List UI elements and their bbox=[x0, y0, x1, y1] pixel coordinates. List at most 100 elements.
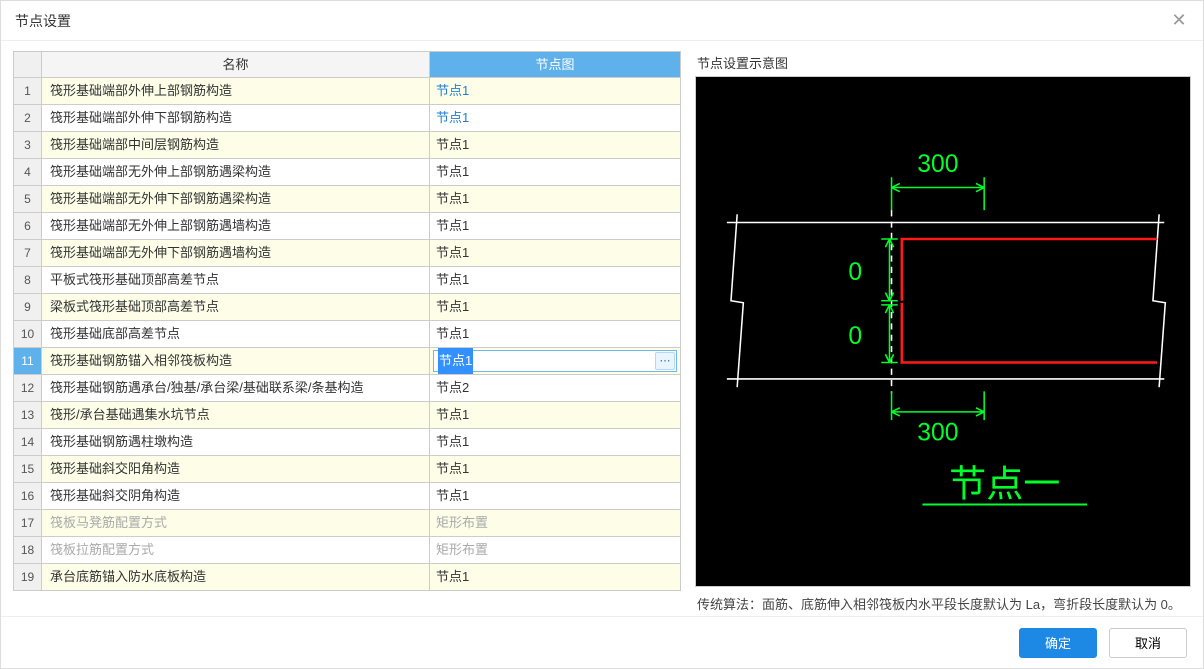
row-number: 16 bbox=[14, 483, 42, 510]
dim-top-text: 300 bbox=[917, 151, 958, 178]
preview-label: 节点设置示意图 bbox=[695, 51, 1191, 76]
node-settings-dialog: 节点设置 ✕ 名称 节点图 1筏形基础端部外伸上部钢筋构造节点12筏形基础端部外… bbox=[0, 0, 1204, 669]
cell-name[interactable]: 筏形基础斜交阳角构造 bbox=[42, 456, 430, 483]
title-bar: 节点设置 ✕ bbox=[1, 1, 1203, 41]
node-edit-field[interactable]: 节点1⋯ bbox=[433, 350, 677, 372]
table-row[interactable]: 1筏形基础端部外伸上部钢筋构造节点1 bbox=[14, 78, 680, 105]
row-number: 8 bbox=[14, 267, 42, 294]
ok-button[interactable]: 确定 bbox=[1019, 628, 1097, 658]
table-row[interactable]: 6筏形基础端部无外伸上部钢筋遇墙构造节点1 bbox=[14, 213, 680, 240]
value-upper-text: 0 bbox=[848, 259, 862, 286]
cell-node[interactable]: 节点1 bbox=[430, 78, 680, 105]
close-icon[interactable]: ✕ bbox=[1169, 11, 1189, 31]
row-number: 2 bbox=[14, 105, 42, 132]
table-row[interactable]: 13筏形/承台基础遇集水坑节点节点1 bbox=[14, 402, 680, 429]
ellipsis-icon[interactable]: ⋯ bbox=[655, 352, 675, 370]
diagram-title-text: 节点一 bbox=[949, 464, 1060, 505]
row-number: 5 bbox=[14, 186, 42, 213]
cell-node[interactable]: 节点1 bbox=[430, 456, 680, 483]
row-number: 7 bbox=[14, 240, 42, 267]
cell-node[interactable]: 矩形布置 bbox=[430, 510, 680, 537]
cancel-button[interactable]: 取消 bbox=[1109, 628, 1187, 658]
cell-name[interactable]: 筏形基础端部无外伸下部钢筋遇梁构造 bbox=[42, 186, 430, 213]
dialog-footer: 确定 取消 bbox=[1, 616, 1203, 668]
row-number: 19 bbox=[14, 564, 42, 591]
table-row[interactable]: 3筏形基础端部中间层钢筋构造节点1 bbox=[14, 132, 680, 159]
row-number: 10 bbox=[14, 321, 42, 348]
cell-node[interactable]: 节点1 bbox=[430, 294, 680, 321]
row-number: 6 bbox=[14, 213, 42, 240]
table-row[interactable]: 7筏形基础端部无外伸下部钢筋遇墙构造节点1 bbox=[14, 240, 680, 267]
table-row[interactable]: 10筏形基础底部高差节点节点1 bbox=[14, 321, 680, 348]
cell-name[interactable]: 筏板拉筋配置方式 bbox=[42, 537, 430, 564]
cell-name[interactable]: 筏形基础底部高差节点 bbox=[42, 321, 430, 348]
row-number: 14 bbox=[14, 429, 42, 456]
table-row[interactable]: 4筏形基础端部无外伸上部钢筋遇梁构造节点1 bbox=[14, 159, 680, 186]
row-number: 9 bbox=[14, 294, 42, 321]
cell-name[interactable]: 平板式筏形基础顶部高差节点 bbox=[42, 267, 430, 294]
table-row[interactable]: 19承台底筋锚入防水底板构造节点1 bbox=[14, 564, 680, 591]
table-row[interactable]: 14筏形基础钢筋遇柱墩构造节点1 bbox=[14, 429, 680, 456]
grid-body: 1筏形基础端部外伸上部钢筋构造节点12筏形基础端部外伸下部钢筋构造节点13筏形基… bbox=[14, 78, 680, 591]
row-number: 11 bbox=[14, 348, 42, 375]
cell-node[interactable]: 节点1 bbox=[430, 186, 680, 213]
table-row[interactable]: 17筏板马凳筋配置方式矩形布置 bbox=[14, 510, 680, 537]
row-number: 12 bbox=[14, 375, 42, 402]
row-number: 4 bbox=[14, 159, 42, 186]
cell-node[interactable]: 矩形布置 bbox=[430, 537, 680, 564]
cell-name[interactable]: 筏形基础端部中间层钢筋构造 bbox=[42, 132, 430, 159]
table-row[interactable]: 15筏形基础斜交阳角构造节点1 bbox=[14, 456, 680, 483]
cell-name[interactable]: 筏板马凳筋配置方式 bbox=[42, 510, 430, 537]
row-number: 3 bbox=[14, 132, 42, 159]
right-panel: 节点设置示意图 300 bbox=[695, 51, 1191, 616]
row-number: 15 bbox=[14, 456, 42, 483]
cell-name[interactable]: 筏形基础钢筋遇柱墩构造 bbox=[42, 429, 430, 456]
cell-name[interactable]: 筏形基础端部外伸上部钢筋构造 bbox=[42, 78, 430, 105]
row-number: 17 bbox=[14, 510, 42, 537]
cell-node[interactable]: 节点1 bbox=[430, 564, 680, 591]
cell-node[interactable]: 节点1 bbox=[430, 105, 680, 132]
cell-name[interactable]: 承台底筋锚入防水底板构造 bbox=[42, 564, 430, 591]
cell-node[interactable]: 节点1 bbox=[430, 483, 680, 510]
cell-name[interactable]: 梁板式筏形基础顶部高差节点 bbox=[42, 294, 430, 321]
row-number: 13 bbox=[14, 402, 42, 429]
cell-node[interactable]: 节点1 bbox=[430, 402, 680, 429]
row-number: 18 bbox=[14, 537, 42, 564]
cell-node[interactable]: 节点2 bbox=[430, 375, 680, 402]
table-row[interactable]: 2筏形基础端部外伸下部钢筋构造节点1 bbox=[14, 105, 680, 132]
cell-name[interactable]: 筏形基础端部无外伸上部钢筋遇梁构造 bbox=[42, 159, 430, 186]
cell-name[interactable]: 筏形基础端部无外伸下部钢筋遇墙构造 bbox=[42, 240, 430, 267]
cell-name[interactable]: 筏形基础端部无外伸上部钢筋遇墙构造 bbox=[42, 213, 430, 240]
cell-node[interactable]: 节点1 bbox=[430, 321, 680, 348]
settings-grid: 名称 节点图 1筏形基础端部外伸上部钢筋构造节点12筏形基础端部外伸下部钢筋构造… bbox=[13, 51, 681, 591]
preview-description: 传统算法：面筋、底筋伸入相邻筏板内水平段长度默认为 La，弯折段长度默认为 0。 bbox=[695, 587, 1191, 616]
dialog-body: 名称 节点图 1筏形基础端部外伸上部钢筋构造节点12筏形基础端部外伸下部钢筋构造… bbox=[1, 41, 1203, 616]
table-row[interactable]: 5筏形基础端部无外伸下部钢筋遇梁构造节点1 bbox=[14, 186, 680, 213]
table-row[interactable]: 9梁板式筏形基础顶部高差节点节点1 bbox=[14, 294, 680, 321]
header-rownum bbox=[14, 52, 42, 78]
cell-name[interactable]: 筏形/承台基础遇集水坑节点 bbox=[42, 402, 430, 429]
cell-node[interactable]: 节点1 bbox=[430, 267, 680, 294]
cell-name[interactable]: 筏形基础钢筋锚入相邻筏板构造 bbox=[42, 348, 430, 375]
cell-name[interactable]: 筏形基础端部外伸下部钢筋构造 bbox=[42, 105, 430, 132]
left-panel: 名称 节点图 1筏形基础端部外伸上部钢筋构造节点12筏形基础端部外伸下部钢筋构造… bbox=[13, 51, 681, 616]
cell-node[interactable]: 节点1 bbox=[430, 132, 680, 159]
cell-node[interactable]: 节点1 bbox=[430, 213, 680, 240]
table-row[interactable]: 8平板式筏形基础顶部高差节点节点1 bbox=[14, 267, 680, 294]
cell-name[interactable]: 筏形基础斜交阴角构造 bbox=[42, 483, 430, 510]
table-row[interactable]: 16筏形基础斜交阴角构造节点1 bbox=[14, 483, 680, 510]
header-name[interactable]: 名称 bbox=[42, 52, 430, 78]
cell-node[interactable]: 节点1⋯ bbox=[430, 348, 680, 375]
cell-node[interactable]: 节点1 bbox=[430, 240, 680, 267]
table-row[interactable]: 12筏形基础钢筋遇承台/独基/承台梁/基础联系梁/条基构造节点2 bbox=[14, 375, 680, 402]
table-row[interactable]: 18筏板拉筋配置方式矩形布置 bbox=[14, 537, 680, 564]
cell-node[interactable]: 节点1 bbox=[430, 429, 680, 456]
cell-node[interactable]: 节点1 bbox=[430, 159, 680, 186]
row-number: 1 bbox=[14, 78, 42, 105]
header-node[interactable]: 节点图 bbox=[430, 52, 680, 78]
cell-name[interactable]: 筏形基础钢筋遇承台/独基/承台梁/基础联系梁/条基构造 bbox=[42, 375, 430, 402]
dialog-title: 节点设置 bbox=[15, 11, 71, 31]
diagram-svg: 300 bbox=[696, 77, 1190, 586]
preview-diagram: 300 bbox=[695, 76, 1191, 587]
table-row[interactable]: 11筏形基础钢筋锚入相邻筏板构造节点1⋯ bbox=[14, 348, 680, 375]
